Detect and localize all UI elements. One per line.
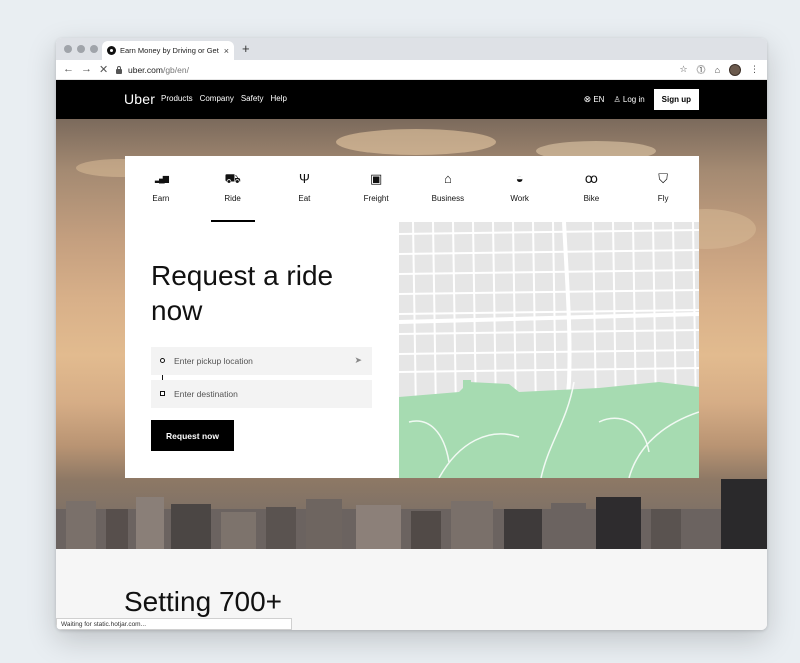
destination-placeholder: Enter destination	[174, 389, 238, 399]
tab-eat[interactable]: Ψ Eat	[269, 156, 341, 222]
address-bar[interactable]: uber.com/gb/en/	[116, 63, 706, 77]
pickup-input[interactable]: Enter pickup location ➤	[151, 347, 372, 375]
header-actions: ⊗ EN ♙ Log in Sign up	[584, 89, 699, 110]
map-view[interactable]	[399, 222, 699, 478]
forward-arrow-icon[interactable]: →	[81, 63, 92, 75]
hero-section: ▂▄▆ Earn ⛟ Ride Ψ Eat ▣ Freight ⌂ Business ◒ W…	[56, 119, 767, 549]
bookmark-star-icon[interactable]: ☆	[679, 64, 687, 75]
tab-earn[interactable]: ▂▄▆ Earn	[125, 156, 197, 222]
cloud-shape	[336, 129, 496, 155]
tab-label: Earn	[152, 194, 170, 203]
briefcase-icon: ⌂	[443, 171, 452, 186]
cloud-extension-icon[interactable]: ⌂	[715, 65, 720, 75]
uber-favicon-icon	[107, 46, 116, 55]
profile-avatar[interactable]	[729, 63, 741, 76]
maximize-window-button[interactable]	[90, 45, 98, 53]
tab-close-icon[interactable]: ×	[224, 46, 229, 56]
login-link[interactable]: ♙ Log in	[613, 95, 644, 104]
tab-strip: Earn Money by Driving or Get a Ri × +	[56, 38, 767, 60]
section-heading: Setting 700+	[124, 586, 283, 617]
tab-title: Earn Money by Driving or Get a Ri	[120, 46, 221, 55]
back-arrow-icon[interactable]: ←	[63, 63, 74, 75]
reload-stop-icon[interactable]: ✕	[99, 63, 108, 76]
tab-label: Work	[510, 194, 529, 203]
tab-ride[interactable]: ⛟ Ride	[197, 156, 269, 222]
content-section: Setting 700+ Waiting for static.hotjar.c…	[56, 549, 767, 630]
helicopter-icon: ⛉	[658, 171, 668, 186]
url-path: /gb/en/	[162, 65, 189, 75]
destination-input[interactable]: Enter destination	[151, 380, 372, 408]
minimize-window-button[interactable]	[77, 45, 85, 53]
site-header: Uber Products Company Safety Help ⊗ EN ♙…	[56, 80, 767, 119]
fork-knife-icon: Ψ	[298, 171, 310, 186]
tab-label: Fly	[657, 194, 669, 203]
language-selector[interactable]: ⊗ EN	[584, 94, 605, 105]
extension-icon[interactable]: ⓵	[697, 63, 706, 76]
main-nav: Products Company Safety Help	[161, 94, 287, 103]
browser-window: Earn Money by Driving or Get a Ri × + ← …	[56, 38, 767, 630]
lock-icon	[116, 65, 122, 74]
new-tab-button[interactable]: +	[242, 41, 250, 56]
destination-square-icon	[160, 391, 165, 396]
nav-link-safety[interactable]: Safety	[241, 94, 264, 103]
tab-bike[interactable]: ꝏ Bike	[556, 156, 628, 222]
nav-link-company[interactable]: Company	[200, 94, 234, 103]
tab-label: Business	[431, 194, 465, 203]
tab-freight[interactable]: ▣ Freight	[340, 156, 412, 222]
tab-work[interactable]: ◒ Work	[484, 156, 556, 222]
ride-form: Request a ride now Enter pickup location…	[125, 222, 399, 478]
globe-icon: ⊗	[583, 94, 592, 104]
nav-link-help[interactable]: Help	[271, 94, 287, 103]
ride-request-card: ▂▄▆ Earn ⛟ Ride Ψ Eat ▣ Freight ⌂ Business ◒ W…	[125, 156, 699, 478]
nav-link-products[interactable]: Products	[161, 94, 193, 103]
window-controls	[64, 45, 98, 53]
tab-label: Bike	[583, 194, 600, 203]
request-now-button[interactable]: Request now	[151, 420, 234, 451]
tab-label: Eat	[298, 194, 311, 203]
toolbar-actions: ☆ ⓵ ⌂ ⋮	[679, 63, 759, 76]
pickup-placeholder: Enter pickup location	[174, 356, 253, 366]
signup-button[interactable]: Sign up	[653, 89, 699, 110]
url-host: uber.com	[128, 65, 163, 75]
uber-logo[interactable]: Uber	[124, 91, 155, 107]
helmet-icon: ◒	[515, 171, 524, 186]
tab-fly[interactable]: ⛉ Fly	[627, 156, 699, 222]
person-icon: ♙	[613, 95, 621, 104]
tab-label: Freight	[363, 194, 389, 203]
truck-icon: ▣	[369, 171, 383, 186]
tab-business[interactable]: ⌂ Business	[412, 156, 484, 222]
tab-label: Ride	[224, 194, 241, 203]
bike-icon: ꝏ	[584, 171, 598, 186]
page-title: Request a ride now	[151, 260, 334, 326]
browser-status-bar: Waiting for static.hotjar.com...	[56, 618, 292, 630]
locate-arrow-icon[interactable]: ➤	[354, 355, 362, 366]
close-window-button[interactable]	[64, 45, 72, 53]
browser-toolbar: ← → ✕ uber.com/gb/en/ ☆ ⓵ ⌂ ⋮	[56, 60, 767, 80]
login-label: Log in	[622, 95, 645, 104]
pickup-dot-icon	[160, 358, 165, 363]
browser-menu-icon[interactable]: ⋮	[750, 64, 759, 75]
browser-tab[interactable]: Earn Money by Driving or Get a Ri ×	[102, 41, 234, 60]
city-skyline-image	[56, 479, 767, 549]
car-icon: ⛟	[224, 171, 241, 186]
bar-chart-icon: ▂▄▆	[154, 174, 169, 183]
service-tabs: ▂▄▆ Earn ⛟ Ride Ψ Eat ▣ Freight ⌂ Business ◒ W…	[125, 156, 699, 222]
language-label: EN	[593, 95, 605, 104]
street-map-image	[399, 222, 699, 478]
